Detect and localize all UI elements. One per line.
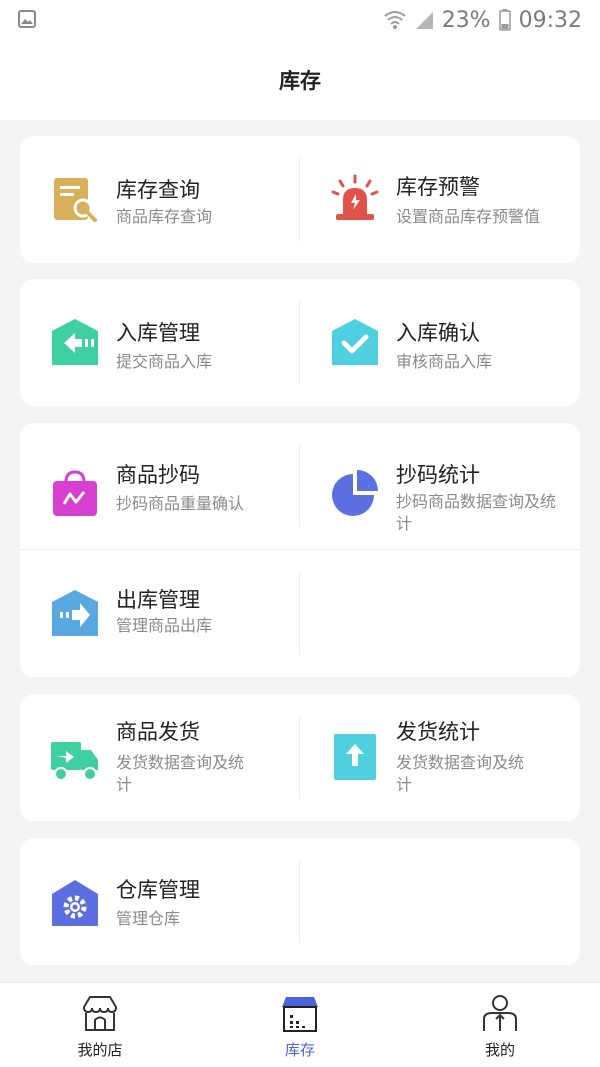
check-box-icon (330, 317, 380, 367)
delivery-truck-icon (50, 734, 100, 784)
menu-item-inventory-query[interactable]: 库存查询 商品库存查询 (20, 136, 300, 263)
menu-item-title: 入库确认 (396, 321, 480, 345)
alarm-light-icon (330, 174, 380, 224)
menu-item-inbound-manage[interactable]: 入库管理 提交商品入库 (20, 279, 300, 406)
clock: 09:32 (518, 7, 582, 33)
menu-item-subtitle: 设置商品库存预警值 (396, 207, 541, 226)
menu-item-outbound-manage[interactable]: 出库管理 管理商品出库 (20, 550, 300, 677)
status-bar: 23% 09:32 (0, 0, 600, 40)
inventory-search-icon (50, 174, 100, 224)
battery-percent: 23% (441, 7, 491, 33)
menu-item-title: 出库管理 (116, 588, 200, 612)
menu-item-subtitle: 发货数据查询及统计 (396, 753, 525, 794)
menu-item-ship-goods[interactable]: 商品发货 发货数据查询及统计 (20, 694, 300, 821)
menu-item-title: 商品发货 (116, 720, 200, 744)
signal-icon (414, 10, 434, 30)
menu-item-subtitle: 提交商品入库 (116, 352, 213, 371)
person-icon (480, 993, 520, 1033)
tab-label: 我的 (484, 1041, 515, 1059)
menu-item-subtitle: 抄码商品数据查询及统计 (396, 492, 557, 533)
shop-icon (80, 993, 120, 1033)
bottom-tab-bar: 我的店 库存 我的 (0, 982, 600, 1067)
menu-item-subtitle: 发货数据查询及统计 (116, 753, 245, 794)
menu-item-inventory-alert[interactable]: 库存预警 设置商品库存预警值 (300, 136, 580, 263)
card-code: 商品抄码 抄码商品重量确认 抄码统计 抄码商品数据查询及统计 出库管理 管理商品… (20, 423, 580, 677)
menu-item-ship-stats[interactable]: 发货统计 发货数据查询及统计 (300, 694, 580, 821)
menu-item-code-stats[interactable]: 抄码统计 抄码商品数据查询及统计 (300, 423, 580, 549)
menu-item-empty (300, 838, 580, 965)
menu-item-subtitle: 商品库存查询 (116, 207, 213, 226)
warehouse-gear-icon (50, 878, 100, 928)
wifi-icon (384, 10, 406, 30)
battery-icon (498, 9, 511, 31)
menu-item-warehouse-manage[interactable]: 仓库管理 管理仓库 (20, 838, 300, 965)
inbound-arrow-icon (50, 317, 100, 367)
tab-inventory[interactable]: 库存 (200, 983, 400, 1067)
menu-item-code-copy[interactable]: 商品抄码 抄码商品重量确认 (20, 423, 300, 549)
menu-item-title: 发货统计 (396, 720, 480, 744)
menu-item-title: 仓库管理 (116, 878, 200, 902)
menu-item-subtitle: 管理商品出库 (116, 616, 213, 635)
shopping-bag-icon (50, 468, 100, 518)
tab-mine[interactable]: 我的 (400, 983, 600, 1067)
menu-item-subtitle: 管理仓库 (116, 909, 181, 928)
header: 库存 (0, 40, 600, 120)
menu-item-title: 库存查询 (116, 178, 200, 202)
pie-chart-icon (330, 468, 380, 518)
tab-label: 库存 (284, 1041, 315, 1059)
card-inventory: 库存查询 商品库存查询 库存预警 设置商品库存预警值 (20, 136, 580, 263)
tab-my-shop[interactable]: 我的店 (0, 983, 200, 1067)
menu-item-empty (300, 550, 580, 677)
card-inbound: 入库管理 提交商品入库 入库确认 审核商品入库 (20, 279, 580, 406)
menu-item-subtitle: 审核商品入库 (396, 352, 493, 371)
menu-item-title: 抄码统计 (396, 463, 480, 487)
upload-arrow-icon (330, 732, 380, 782)
outbound-arrow-icon (50, 588, 100, 638)
page-title: 库存 (279, 69, 321, 93)
tab-label: 我的店 (77, 1041, 123, 1059)
menu-item-title: 商品抄码 (116, 463, 200, 487)
card-shipping: 商品发货 发货数据查询及统计 发货统计 发货数据查询及统计 (20, 694, 580, 821)
menu-item-subtitle: 抄码商品重量确认 (116, 494, 245, 513)
menu-item-title: 库存预警 (396, 175, 480, 199)
inventory-store-icon (280, 993, 320, 1033)
card-warehouse: 仓库管理 管理仓库 (20, 838, 580, 965)
gallery-notification-icon (18, 10, 36, 28)
menu-item-title: 入库管理 (116, 321, 200, 345)
menu-item-inbound-confirm[interactable]: 入库确认 审核商品入库 (300, 279, 580, 406)
